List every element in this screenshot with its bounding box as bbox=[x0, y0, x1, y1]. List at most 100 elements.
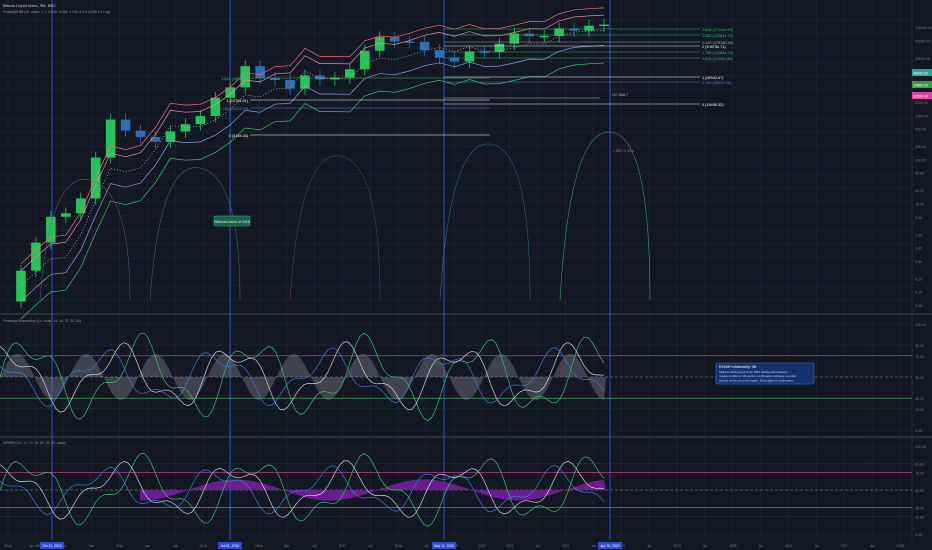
candle-body bbox=[345, 69, 355, 78]
time-axis-label: Apr bbox=[284, 544, 290, 548]
price-axis-label: 2000.00 bbox=[915, 101, 928, 105]
callout-label: Stillness block of 2016 bbox=[214, 220, 250, 224]
fib-level-label: 2.618 (171440.65) bbox=[702, 28, 734, 32]
time-axis-label: 2020 bbox=[478, 544, 486, 548]
indicator-title: Pinescript BB (20, close, 2, 1, 2.618, 3… bbox=[3, 10, 110, 14]
candle-body bbox=[150, 137, 161, 142]
time-axis-label: Jul bbox=[368, 544, 373, 548]
price-axis-label: 20.00 bbox=[915, 189, 924, 193]
fib-level-label: 0 (15495.32) bbox=[702, 103, 724, 107]
price-axis-label: 50000.00 bbox=[915, 39, 930, 43]
candle-body bbox=[360, 50, 370, 70]
time-highlight-label: Jul 01, 2016 bbox=[221, 544, 240, 548]
time-axis-label: Jul bbox=[758, 544, 763, 548]
time-axis-label: 2028 bbox=[896, 544, 904, 548]
time-axis-label: Apr bbox=[145, 544, 151, 548]
time-axis-label: 2017 bbox=[339, 544, 347, 548]
price-axis-label: 10.00 bbox=[915, 202, 924, 206]
pane-axis-label: 0.00 bbox=[915, 429, 922, 433]
time-axis-label: Oct bbox=[89, 544, 94, 548]
pane-axis-label: 100.00 bbox=[915, 323, 926, 327]
pane-axis-label: 0.00 bbox=[915, 533, 922, 537]
time-axis-label: 2016 bbox=[255, 544, 263, 548]
price-axis-label: 1.00 bbox=[915, 247, 922, 251]
time-axis-label: Jul bbox=[173, 544, 178, 548]
price-axis-label: 1000.00 bbox=[915, 114, 928, 118]
price-axis-label: 0.20 bbox=[915, 277, 922, 281]
pane-axis-label: 30.00 bbox=[915, 397, 924, 401]
time-axis-label: 2021 bbox=[506, 544, 514, 548]
price-axis-label: 50.00 bbox=[915, 172, 924, 176]
candle-body bbox=[135, 130, 146, 138]
price-axis-label: 20000.00 bbox=[915, 57, 930, 61]
candle-body bbox=[464, 51, 475, 62]
time-highlight-label: May 11, 2020 bbox=[434, 544, 454, 548]
time-axis-label: Jul bbox=[703, 544, 708, 548]
pane-axis-label: 70.00 bbox=[915, 355, 924, 359]
time-axis-label: Jul bbox=[424, 544, 429, 548]
cycle-fib-label: 1.618 (1907.28) bbox=[221, 77, 249, 81]
background bbox=[0, 0, 932, 550]
candle-body bbox=[180, 124, 191, 132]
pane-axis-label: 20.00 bbox=[915, 408, 924, 412]
candle-body bbox=[300, 75, 310, 89]
candle-body bbox=[434, 50, 445, 58]
time-axis-label: 2024 bbox=[673, 544, 681, 548]
fib-level-label: 1.618 (113451.88) bbox=[702, 57, 733, 61]
time-axis-label: Jul bbox=[814, 544, 819, 548]
candle-body bbox=[599, 24, 609, 27]
price-badge-label: 32500.00 bbox=[913, 95, 928, 99]
time-axis-label: 2013 bbox=[4, 544, 12, 548]
fib-level-label: 1.786 (122864.36) bbox=[702, 51, 734, 55]
price-axis-label: 5.00 bbox=[915, 216, 922, 220]
pane-axis-label: 100.00 bbox=[915, 445, 926, 449]
chart-canvas[interactable]: 100000.0050000.0020000.0010000.005000.00… bbox=[0, 0, 932, 550]
candle-body bbox=[315, 75, 325, 80]
time-axis-label: 2018 bbox=[394, 544, 402, 548]
time-axis-label: 2027 bbox=[840, 544, 848, 548]
time-axis-label: Jul bbox=[535, 544, 540, 548]
cycle-fib-label: 0.786 (13203.09) bbox=[219, 107, 249, 111]
pane-axis-label: 30.00 bbox=[915, 507, 924, 511]
price-badge-label: 46950.00 bbox=[913, 72, 928, 76]
time-axis-label: Jul bbox=[312, 544, 317, 548]
candle-body bbox=[584, 25, 594, 31]
time-axis-label: Jul bbox=[647, 544, 652, 548]
symbol-title: Bitcoin Liquid Index, 3M, BNC bbox=[3, 3, 56, 8]
pane-axis-label: 50.00 bbox=[915, 376, 924, 380]
cycle-fib-label: 0 (3148.33) bbox=[229, 134, 249, 138]
candle-body bbox=[419, 41, 430, 51]
price-axis-label: 0.05 bbox=[915, 304, 922, 308]
candle-body bbox=[165, 131, 176, 142]
candle-body bbox=[255, 66, 265, 78]
price-axis-label: 0.50 bbox=[915, 260, 922, 264]
time-axis-label: 2015 bbox=[199, 544, 207, 548]
pane-title: Pinescript Momentum (14, close, 14, 14, … bbox=[3, 319, 81, 323]
pane-axis-label: 50.00 bbox=[915, 489, 924, 493]
price-note: -1.285.7-1.95.4 bbox=[612, 149, 634, 153]
time-highlight-label: Apr 20, 2024 bbox=[600, 544, 620, 548]
price-badge-label: 39860.00 bbox=[913, 84, 928, 88]
fib-level-label: 0.786 (53090.46) bbox=[702, 81, 732, 85]
pane-axis-label: 80.00 bbox=[915, 463, 924, 467]
candle-body bbox=[404, 41, 415, 44]
pane-axis-label: 80.00 bbox=[915, 344, 924, 348]
candle-body bbox=[61, 213, 71, 217]
time-highlight-label: Oct 12, 2013 bbox=[42, 544, 62, 548]
price-axis-label: 200.00 bbox=[915, 145, 926, 149]
pane-axis-label: 20.00 bbox=[915, 515, 924, 519]
time-axis-label: 2022 bbox=[562, 544, 570, 548]
price-note: 187.3846.7 bbox=[612, 93, 628, 97]
candle-body bbox=[105, 119, 116, 158]
price-axis-label: 2.00 bbox=[915, 233, 922, 237]
time-axis-label: 2025 bbox=[729, 544, 737, 548]
time-axis-label: 2014 bbox=[116, 544, 124, 548]
price-axis-label: 100.00 bbox=[915, 158, 926, 162]
candle-body bbox=[46, 216, 56, 243]
info-box-title: RSI/MFI relationship: 3M bbox=[719, 365, 756, 369]
time-axis-label: Jul bbox=[591, 544, 596, 548]
price-axis-label: 500.00 bbox=[915, 128, 926, 132]
candle-body bbox=[120, 119, 131, 131]
price-axis-label: 100000.00 bbox=[915, 26, 932, 30]
time-axis-label: Jul bbox=[870, 544, 875, 548]
